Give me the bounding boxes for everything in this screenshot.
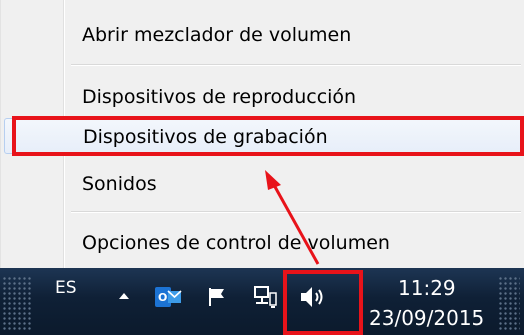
annotation-arrow [265, 170, 320, 265]
